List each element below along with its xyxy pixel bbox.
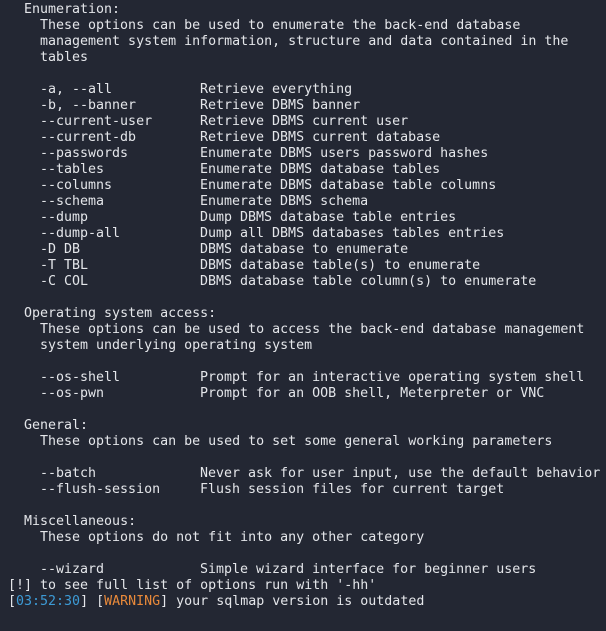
section-description: tables: [40, 50, 89, 65]
section-description: These options can be used to set some ge…: [0, 434, 606, 450]
option-row: --current-db Retrieve DBMS current databa…: [0, 130, 606, 146]
option-description: DBMS database to enumerate: [200, 242, 409, 257]
option-flag: -a, --all: [40, 82, 113, 97]
option-flag: --columns: [40, 178, 113, 193]
option-description: Retrieve DBMS banner: [200, 98, 361, 113]
section-title: Operating system access:: [24, 306, 217, 321]
section-description: These options do not fit into any other …: [40, 530, 425, 545]
section-title: Enumeration:: [0, 2, 606, 18]
option-description: Never ask for user input, use the defaul…: [200, 466, 601, 481]
option-flag: -C COL: [40, 274, 89, 289]
option-description: Enumerate DBMS database tables: [200, 162, 441, 177]
option-row: -C COL DBMS database table column(s) to e…: [0, 274, 606, 290]
section-title: Miscellaneous:: [24, 514, 137, 529]
option-flag: --tables: [40, 162, 105, 177]
warning-line: [03:52:30] [WARNING] your sqlmap version…: [0, 594, 606, 610]
option-description: Enumerate DBMS users password hashes: [200, 146, 489, 161]
option-description: Dump DBMS database table entries: [200, 210, 457, 225]
option-flag: --flush-session: [40, 482, 161, 497]
option-description: Retrieve DBMS current database: [200, 130, 441, 145]
option-description: DBMS database table(s) to enumerate: [200, 258, 481, 273]
option-description: Enumerate DBMS schema: [200, 194, 369, 209]
option-row: --tables Enumerate DBMS database tables: [0, 162, 606, 178]
option-row: -b, --banner Retrieve DBMS banner: [0, 98, 606, 114]
section-description: These options can be used to enumerate t…: [0, 18, 606, 34]
option-description: Flush session files for current target: [200, 482, 505, 497]
option-row: --current-user Retrieve DBMS current user: [0, 114, 606, 130]
section-description: These options do not fit into any other …: [0, 530, 606, 546]
option-row: -D DB DBMS database to enumerate: [0, 242, 606, 258]
section-description: These options can be used to enumerate t…: [40, 18, 521, 33]
option-row: -a, --all Retrieve everything: [0, 82, 606, 98]
section-description: management system information, structure…: [0, 34, 606, 50]
option-flag: -D DB: [40, 242, 81, 257]
section-description: These options can be used to access the …: [40, 322, 585, 337]
section-description: These options can be used to set some ge…: [40, 434, 553, 449]
section-description: These options can be used to access the …: [0, 322, 606, 338]
option-row: --os-shell Prompt for an interactive oper…: [0, 370, 606, 386]
option-flag: --dump: [40, 210, 89, 225]
option-description: Enumerate DBMS database table columns: [200, 178, 497, 193]
section-description: tables: [0, 50, 606, 66]
option-description: Prompt for an OOB shell, Meterpreter or …: [200, 386, 545, 401]
option-flag: --batch: [40, 466, 97, 481]
section-title: Operating system access:: [0, 306, 606, 322]
option-row: --flush-session Flush session files for c…: [0, 482, 606, 498]
option-description: Simple wizard interface for beginner use…: [200, 562, 537, 577]
option-description: Retrieve everything: [200, 82, 353, 97]
option-description: Dump all DBMS databases tables entries: [200, 226, 505, 241]
option-flag: --dump-all: [40, 226, 121, 241]
option-flag: --schema: [40, 194, 105, 209]
option-flag: --current-db: [40, 130, 137, 145]
option-row: --wizard Simple wizard interface for begi…: [0, 562, 606, 578]
warning-text: your sqlmap version is outdated: [168, 594, 425, 609]
option-row: --schema Enumerate DBMS schema: [0, 194, 606, 210]
option-flag: --os-pwn: [40, 386, 105, 401]
section-description: management system information, structure…: [40, 34, 569, 49]
option-description: Prompt for an interactive operating syst…: [200, 370, 585, 385]
option-row: --dump-all Dump all DBMS databases tables…: [0, 226, 606, 242]
hint-text: [!] to see full list of options run with…: [8, 578, 377, 593]
option-flag: --wizard: [40, 562, 105, 577]
section-description: system underlying operating system: [0, 338, 606, 354]
option-flag: --passwords: [40, 146, 129, 161]
section-title: General:: [24, 418, 89, 433]
warning-message: [03:52:30] [WARNING] your sqlmap version…: [8, 594, 425, 609]
timestamp: 03:52:30: [16, 594, 81, 609]
option-flag: --os-shell: [40, 370, 121, 385]
section-title: General:: [0, 418, 606, 434]
section-description: system underlying operating system: [40, 338, 313, 353]
option-row: -T TBL DBMS database table(s) to enumerat…: [0, 258, 606, 274]
option-description: Retrieve DBMS current user: [200, 114, 409, 129]
hint-line: [!] to see full list of options run with…: [0, 578, 606, 594]
option-row: --passwords Enumerate DBMS users password…: [0, 146, 606, 162]
option-flag: --current-user: [40, 114, 153, 129]
option-row: --batch Never ask for user input, use the…: [0, 466, 606, 482]
option-flag: -T TBL: [40, 258, 89, 273]
warning-level: WARNING: [104, 594, 161, 609]
option-row: --columns Enumerate DBMS database table c…: [0, 178, 606, 194]
option-row: --os-pwn Prompt for an OOB shell, Meterpr…: [0, 386, 606, 402]
option-row: --dump Dump DBMS database table entries: [0, 210, 606, 226]
section-title: Enumeration:: [24, 2, 121, 17]
option-description: DBMS database table column(s) to enumera…: [200, 274, 537, 289]
section-title: Miscellaneous:: [0, 514, 606, 530]
option-flag: -b, --banner: [40, 98, 137, 113]
